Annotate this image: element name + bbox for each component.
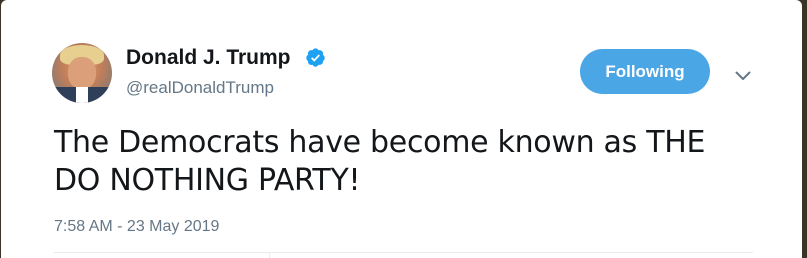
- avatar-face: [68, 57, 96, 89]
- divider: [54, 252, 753, 253]
- chevron-down-icon[interactable]: [731, 64, 755, 88]
- avatar-shirt: [76, 87, 88, 103]
- divider-tick: [269, 252, 270, 258]
- tweet-timestamp[interactable]: 7:58 AM - 23 May 2019: [54, 218, 219, 236]
- avatar[interactable]: [52, 43, 112, 103]
- author-display-name[interactable]: Donald J. Trump: [126, 46, 291, 70]
- tweet-text: The Democrats have become known as THE D…: [54, 125, 706, 198]
- verified-badge-icon: [306, 48, 325, 67]
- author-screen-name[interactable]: @realDonaldTrump: [126, 78, 274, 98]
- tweet-card: Donald J. Trump @realDonaldTrump Followi…: [1, 0, 802, 258]
- following-button[interactable]: Following: [580, 49, 710, 94]
